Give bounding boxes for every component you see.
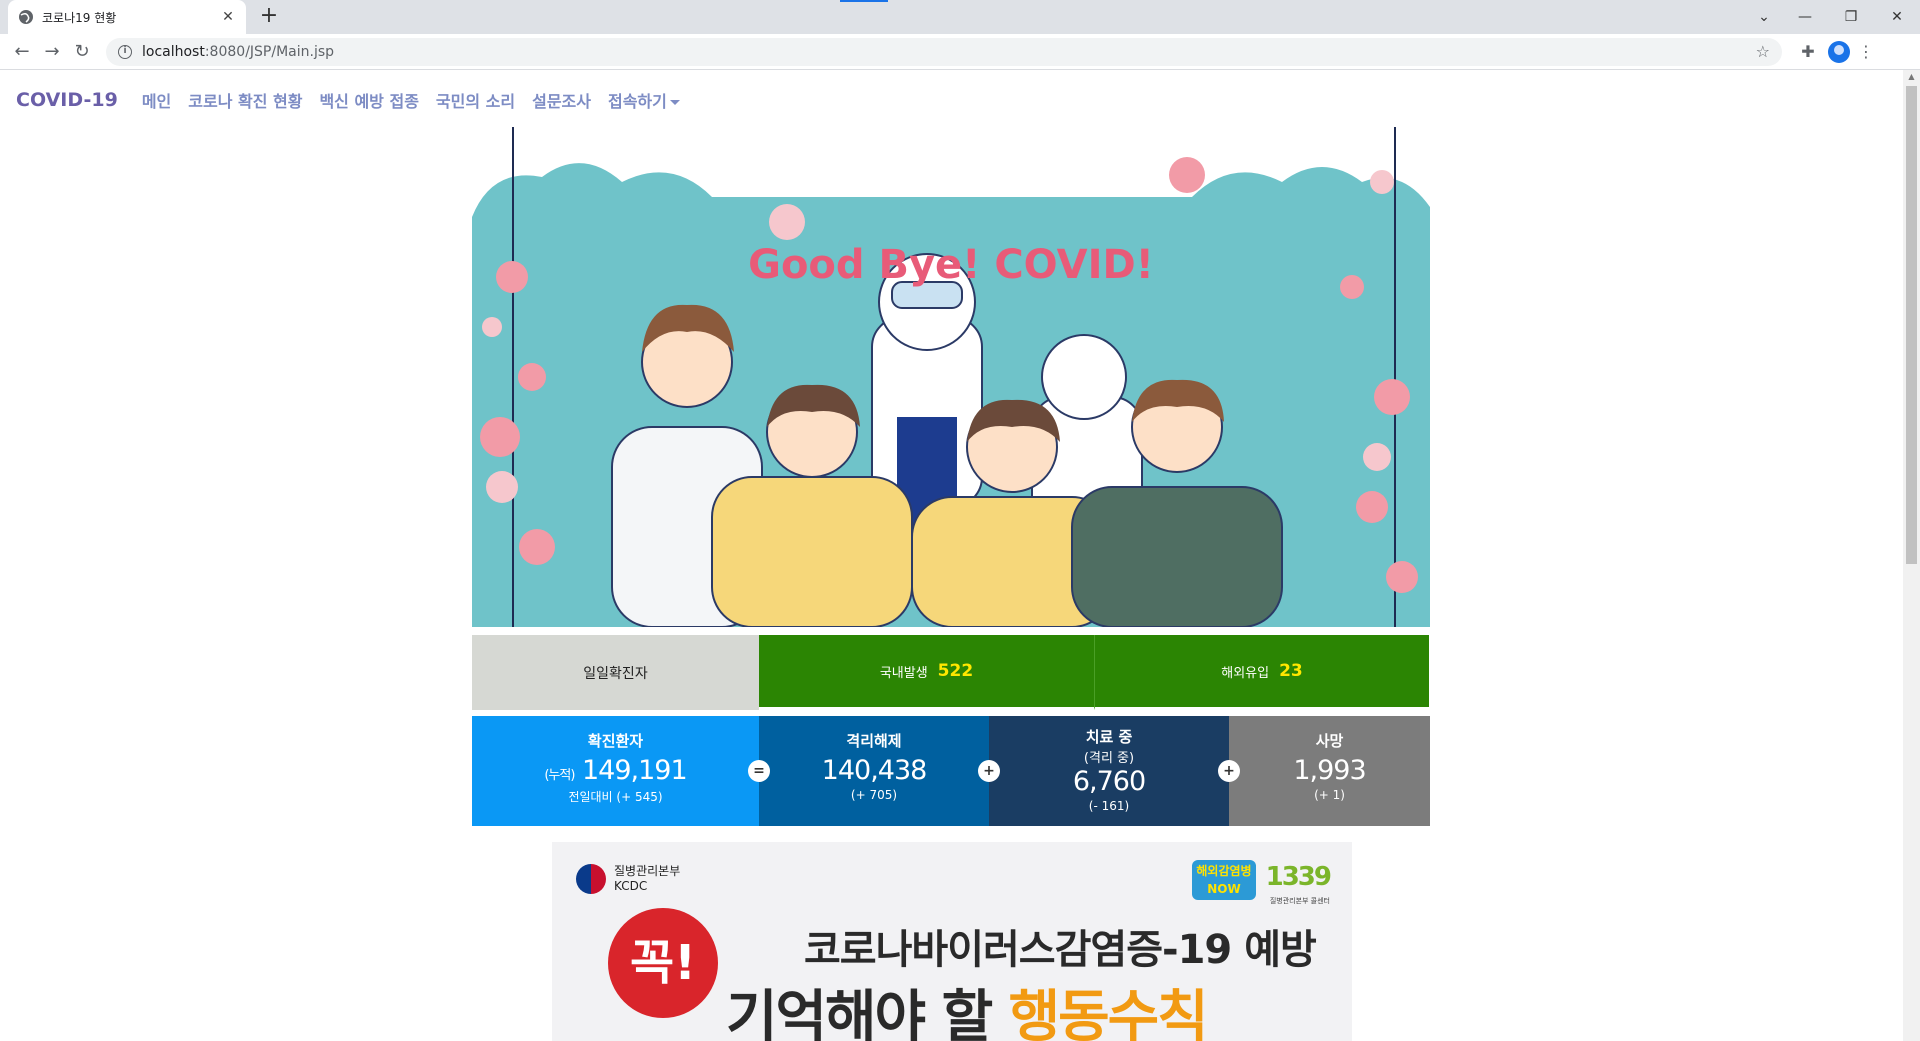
daily-confirmed-row: 일일확진자 국내발생 522 해외유입 23 xyxy=(472,635,1430,710)
address-bar-row: ← → ↻ i localhost:8080/JSP/Main.jsp ☆ ✚ … xyxy=(0,34,1920,70)
released-delta: (+ 705) xyxy=(850,788,898,802)
treating-subtitle: (격리 중) xyxy=(1083,751,1135,766)
hero-illustration-art xyxy=(472,127,1430,627)
treating-title: 치료 중 xyxy=(1085,728,1133,746)
released-card: 격리해제 140,438 (+ 705) xyxy=(759,716,989,826)
globe-icon xyxy=(19,10,33,24)
forward-button[interactable]: → xyxy=(38,38,66,66)
nav-link-survey[interactable]: 설문조사 xyxy=(532,88,591,112)
confirmed-delta: 전일대비 (+ 545) xyxy=(568,790,663,804)
hero-title: Good Bye! COVID! xyxy=(748,242,1154,288)
confirmed-card: 확진환자 (누적) 149,191 전일대비 (+ 545) xyxy=(472,716,759,826)
url-text[interactable]: localhost:8080/JSP/Main.jsp xyxy=(142,44,1756,60)
deaths-delta: (+ 1) xyxy=(1314,788,1345,802)
domestic-stat: 국내발생 522 xyxy=(759,635,1094,710)
page-viewport: COVID-19 메인 코로나 확진 현황 백신 예방 접종 국민의 소리 설문… xyxy=(0,70,1920,1041)
back-button[interactable]: ← xyxy=(8,38,36,66)
equals-operator: = xyxy=(748,760,770,782)
domestic-label: 국내발생 xyxy=(879,665,928,681)
reload-button[interactable]: ↻ xyxy=(68,38,96,66)
cumulative-stats-row: 확진환자 (누적) 149,191 전일대비 (+ 545) 격리해제 140,… xyxy=(472,716,1430,826)
new-tab-button[interactable]: + xyxy=(256,4,282,30)
tab-strip-indicator xyxy=(840,0,888,2)
released-title: 격리해제 xyxy=(846,732,902,750)
kcdc-logo: 질병관리본부 KCDC xyxy=(576,864,680,894)
site-navbar: COVID-19 메인 코로나 확진 현황 백신 예방 접종 국민의 소리 설문… xyxy=(0,70,1920,130)
bookmark-star-icon[interactable]: ☆ xyxy=(1756,42,1770,61)
overseas-label: 해외유입 xyxy=(1221,665,1270,681)
scroll-up-icon[interactable]: ▲ xyxy=(1903,70,1920,84)
hero-illustration: Good Bye! COVID! xyxy=(472,127,1430,627)
address-bar[interactable]: i localhost:8080/JSP/Main.jsp ☆ xyxy=(106,37,1782,66)
hotline-1339-logo: 1339 xyxy=(1265,862,1332,892)
banner-headline-2: 기억해야 할 행동수칙 xyxy=(726,985,1209,1041)
caret-down-icon xyxy=(669,100,680,105)
banner-headline-1: 코로나바이러스감염증-19 예방 xyxy=(804,927,1317,973)
confirmed-title: 확진환자 xyxy=(587,732,644,750)
site-info-icon[interactable]: i xyxy=(118,44,132,59)
treating-value: 6,760 xyxy=(1072,766,1146,797)
nav-link-voice[interactable]: 국민의 소리 xyxy=(436,88,515,112)
stamp-badge: 꼭! xyxy=(608,908,718,1018)
released-value: 140,438 xyxy=(821,755,928,786)
overseas-infection-now-logo: 해외감염병 NOW xyxy=(1192,860,1256,900)
hotline-sub: 질병관리본부 콜센터 xyxy=(1269,897,1330,905)
confirmed-value: 149,191 xyxy=(582,755,688,786)
plus-operator-2: + xyxy=(1218,760,1240,782)
domestic-value: 522 xyxy=(937,661,974,681)
kcdc-abbr: KCDC xyxy=(614,879,648,893)
close-window-button[interactable]: ✕ xyxy=(1874,9,1920,25)
plus-operator-1: + xyxy=(978,760,1000,782)
overseas-value: 23 xyxy=(1279,661,1303,681)
confirmed-prefix: (누적) xyxy=(544,768,575,783)
tab-title: 코로나19 현황 xyxy=(42,10,117,25)
minimize-button[interactable]: — xyxy=(1782,9,1828,25)
browser-tab[interactable]: 코로나19 현황 ✕ xyxy=(8,0,246,34)
overseas-stat: 해외유입 23 xyxy=(1094,635,1429,710)
treating-delta: (- 161) xyxy=(1088,799,1130,813)
deaths-card: 사망 1,993 (+ 1) xyxy=(1229,716,1430,826)
browser-menu-icon[interactable]: ⋮ xyxy=(1856,42,1876,61)
site-brand[interactable]: COVID-19 xyxy=(16,89,118,111)
kcdc-emblem-icon xyxy=(576,864,606,894)
nav-link-status[interactable]: 코로나 확진 현황 xyxy=(188,88,302,112)
nav-dropdown-connect[interactable]: 접속하기 xyxy=(608,88,680,112)
browser-tabbar: 코로나19 현황 ✕ + ⌄ — ❐ ✕ xyxy=(0,0,1920,34)
daily-confirmed-label: 일일확진자 xyxy=(472,635,759,710)
kcdc-name: 질병관리본부 xyxy=(614,864,681,878)
tab-search-icon[interactable]: ⌄ xyxy=(1746,9,1782,25)
profile-avatar[interactable] xyxy=(1828,40,1850,63)
scrollbar-thumb[interactable] xyxy=(1906,86,1917,564)
deaths-title: 사망 xyxy=(1315,732,1344,750)
restore-button[interactable]: ❐ xyxy=(1828,9,1874,25)
nav-link-main[interactable]: 메인 xyxy=(142,88,171,112)
page-scrollbar[interactable]: ▲ xyxy=(1903,70,1920,1041)
treating-card: 치료 중 (격리 중) 6,760 (- 161) xyxy=(989,716,1229,826)
extensions-icon[interactable]: ✚ xyxy=(1794,42,1822,61)
tab-close-icon[interactable]: ✕ xyxy=(220,9,236,25)
deaths-value: 1,993 xyxy=(1293,755,1366,786)
prevention-banner[interactable]: 질병관리본부 KCDC 해외감염병 NOW 1339 질병관리본부 콜센터 꼭! 코… xyxy=(552,842,1352,1041)
nav-link-vaccine[interactable]: 백신 예방 접종 xyxy=(319,88,418,112)
